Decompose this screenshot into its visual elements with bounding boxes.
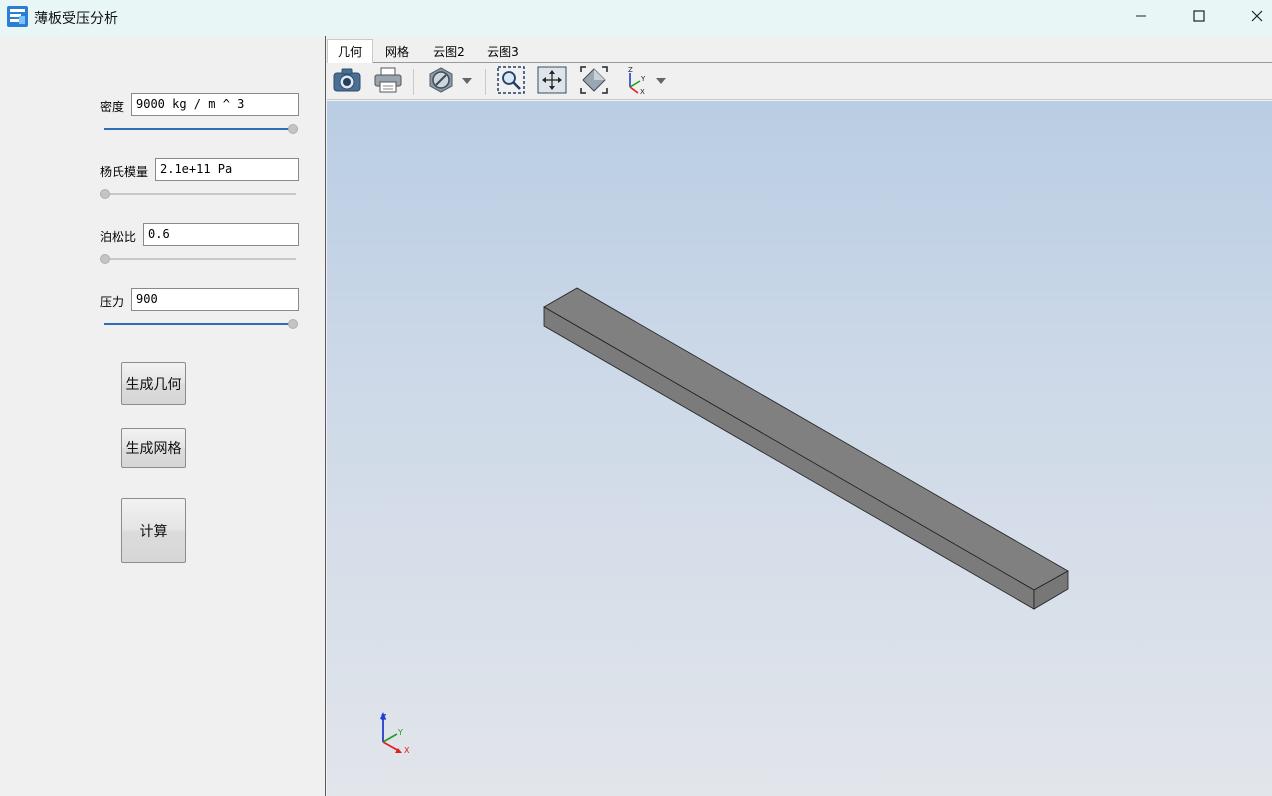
density-slider-handle[interactable] (288, 124, 298, 134)
fit-all-icon (579, 65, 609, 99)
tab-contour-2[interactable]: 云图2 (427, 40, 471, 63)
zoom-window-button[interactable] (495, 66, 527, 98)
generate-geometry-button[interactable]: 生成几何 (121, 362, 186, 405)
close-icon (1251, 10, 1263, 26)
display-mode-button[interactable] (425, 66, 457, 98)
viewer-toolbar: Z Y X (327, 63, 1272, 100)
minimize-button[interactable] (1112, 0, 1170, 36)
app-icon (7, 6, 28, 27)
youngs-modulus-input[interactable]: 2.1e+11 Pa (155, 158, 299, 181)
svg-text:X: X (640, 88, 645, 95)
density-slider[interactable] (104, 123, 298, 135)
tab-contour-3[interactable]: 云图3 (481, 40, 525, 63)
poisson-ratio-input[interactable]: 0.6 (143, 223, 299, 246)
screenshot-button[interactable] (331, 66, 363, 98)
plate-top-face (543, 287, 1069, 591)
tab-geometry[interactable]: 几何 (327, 39, 373, 63)
parameter-panel: 密度 9000 kg / m ^ 3 杨氏模量 2.1e+11 Pa 泊松比 0… (0, 36, 326, 796)
tab-mesh[interactable]: 网格 (377, 40, 417, 63)
pressure-label: 压力 (100, 295, 125, 309)
display-mode-icon (428, 67, 454, 97)
poisson-ratio-label: 泊松比 (100, 230, 137, 244)
camera-icon (333, 68, 361, 96)
minimize-icon (1135, 10, 1147, 26)
youngs-modulus-slider-handle[interactable] (100, 189, 110, 199)
svg-text:Z: Z (628, 66, 633, 74)
maximize-icon (1193, 10, 1205, 26)
view-tabs: 几何 网格 云图2 云图3 (327, 37, 1272, 63)
density-input[interactable]: 9000 kg / m ^ 3 (131, 93, 299, 116)
fit-all-button[interactable] (578, 66, 610, 98)
pressure-slider[interactable] (104, 318, 298, 330)
pan-icon (537, 66, 567, 98)
print-button[interactable] (372, 66, 404, 98)
maximize-button[interactable] (1170, 0, 1228, 36)
window-title: 薄板受压分析 (34, 11, 118, 27)
viewport-canvas: Z Y X (380, 287, 1069, 755)
plate-front-face (543, 306, 1035, 610)
print-icon (374, 67, 402, 97)
pan-button[interactable] (536, 66, 568, 98)
axis-y-label: Y (397, 728, 403, 737)
pressure-slider-handle[interactable] (288, 319, 298, 329)
view-orientation-button[interactable]: Z Y X (620, 66, 652, 98)
density-label: 密度 (100, 100, 125, 114)
view-axes-icon: Z Y X (622, 65, 650, 99)
pressure-input[interactable]: 900 (131, 288, 299, 311)
3d-viewport[interactable]: Z Y X (327, 101, 1272, 796)
view-orientation-dropdown[interactable] (656, 78, 666, 84)
pressure-slider-fill (104, 323, 293, 325)
zoom-window-icon (497, 66, 525, 98)
svg-text:Y: Y (640, 75, 646, 83)
density-slider-fill (104, 128, 293, 130)
youngs-modulus-slider[interactable] (100, 188, 296, 200)
poisson-ratio-slider[interactable] (100, 253, 296, 265)
youngs-modulus-label: 杨氏模量 (100, 165, 149, 179)
axis-z-label: Z (381, 713, 387, 722)
axis-triad: Z Y X (380, 712, 410, 755)
poisson-ratio-slider-handle[interactable] (100, 254, 110, 264)
axis-x-label: X (404, 746, 410, 755)
title-bar: 薄板受压分析 (0, 0, 1272, 36)
close-button[interactable] (1228, 0, 1272, 36)
generate-mesh-button[interactable]: 生成网格 (121, 428, 186, 468)
display-mode-dropdown[interactable] (462, 78, 472, 84)
compute-button[interactable]: 计算 (121, 498, 186, 563)
